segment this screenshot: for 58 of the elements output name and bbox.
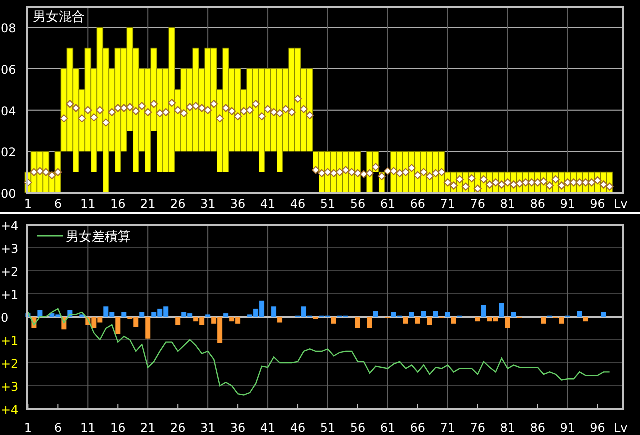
legend-label: 男女差積算 bbox=[66, 230, 131, 245]
axis-label: 6 bbox=[54, 197, 62, 211]
axis-label: 56 bbox=[350, 197, 366, 211]
axis-label: 26 bbox=[170, 197, 186, 211]
axis-label: 36 bbox=[230, 197, 246, 211]
axis-label: 66 bbox=[410, 197, 426, 211]
axis-label: 71 bbox=[440, 197, 456, 211]
axis-label: 76 bbox=[470, 197, 486, 211]
axis-label: 41 bbox=[260, 421, 276, 435]
axis-label: 56 bbox=[350, 421, 366, 435]
axis-label: 6 bbox=[54, 421, 62, 435]
axis-label: 86 bbox=[530, 197, 546, 211]
axis-label: 46 bbox=[290, 421, 306, 435]
axis-label: 06 bbox=[1, 63, 16, 77]
chart-title: 男女混合 bbox=[33, 10, 85, 25]
axis-label: +3 bbox=[1, 380, 19, 394]
axis-label: 0 bbox=[1, 311, 9, 325]
axis-label: 08 bbox=[1, 22, 16, 36]
axis-label: 46 bbox=[290, 197, 306, 211]
axis-label: +2 bbox=[1, 357, 19, 371]
axis-label: 66 bbox=[410, 421, 426, 435]
axis-label: 11 bbox=[80, 421, 96, 435]
axis-label: +4 bbox=[1, 403, 19, 417]
axis-label: +4 bbox=[1, 219, 19, 233]
axis-label: 86 bbox=[530, 421, 546, 435]
axis-label: 96 bbox=[590, 421, 606, 435]
axis-label: 16 bbox=[110, 421, 126, 435]
axis-label: 21 bbox=[140, 421, 156, 435]
axis-label: 31 bbox=[200, 421, 216, 435]
axis-label: 26 bbox=[170, 421, 186, 435]
axis-label: 31 bbox=[200, 197, 216, 211]
axis-title: Lv bbox=[614, 197, 628, 211]
axis-label: 71 bbox=[440, 421, 456, 435]
axis-label: 51 bbox=[320, 421, 336, 435]
axis-label: 81 bbox=[500, 421, 516, 435]
axis-label: 04 bbox=[1, 104, 16, 118]
axis-label: 1 bbox=[24, 197, 32, 211]
axis-label: 36 bbox=[230, 421, 246, 435]
axis-label: 41 bbox=[260, 197, 276, 211]
axis-label: 11 bbox=[80, 197, 96, 211]
axis-label: 02 bbox=[1, 146, 16, 160]
axis-label: +1 bbox=[1, 334, 19, 348]
axis-label: 81 bbox=[500, 197, 516, 211]
axis-label: +1 bbox=[1, 288, 19, 302]
axis-label: 91 bbox=[560, 421, 576, 435]
axis-label: 00 bbox=[1, 187, 16, 201]
axis-label: 16 bbox=[110, 197, 126, 211]
axis-label: 51 bbox=[320, 197, 336, 211]
axis-title: Lv bbox=[614, 421, 628, 435]
axis-label: 91 bbox=[560, 197, 576, 211]
axis-label: 1 bbox=[24, 421, 32, 435]
axis-label: +3 bbox=[1, 242, 19, 256]
axis-label: 21 bbox=[140, 197, 156, 211]
axis-label: 61 bbox=[380, 197, 396, 211]
axis-label: 76 bbox=[470, 421, 486, 435]
axis-label: 96 bbox=[590, 197, 606, 211]
axis-label: +2 bbox=[1, 265, 19, 279]
axis-label: 61 bbox=[380, 421, 396, 435]
